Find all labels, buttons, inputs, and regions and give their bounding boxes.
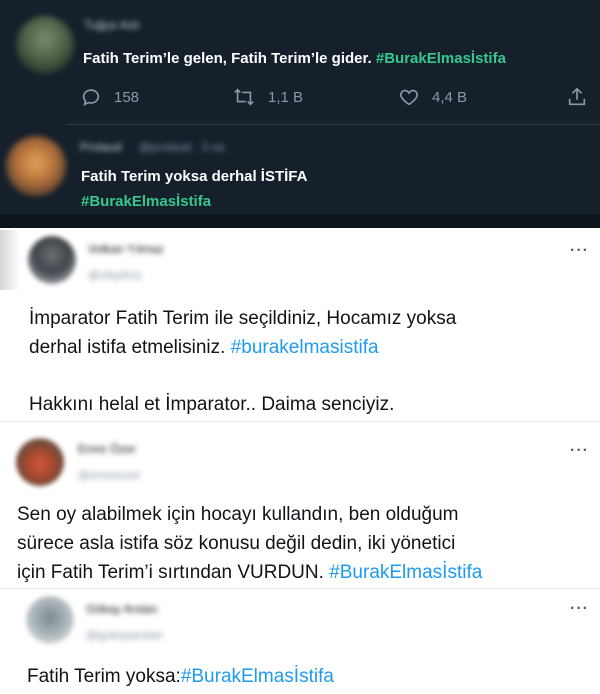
avatar[interactable] [26, 596, 74, 644]
like-icon [400, 89, 418, 106]
more-dots-icon[interactable]: ··· [570, 242, 589, 260]
tweet-text: İmparator Fatih Terim ile seçildiniz, Ho… [29, 304, 456, 419]
author-handle: @emreozer [78, 468, 141, 482]
tweet-card-2[interactable]: Prolaud @prolaud · 3 sa Fatih Terim yoks… [0, 124, 600, 228]
tweet-text: Sen oy alabilmek için hocayı kullandın, … [17, 500, 482, 587]
author-meta: @prolaud · 3 sa [138, 140, 225, 154]
hashtag-link[interactable]: #burakelmasistifa [231, 337, 379, 358]
hashtag-link[interactable]: #BurakElmasİstifa [81, 189, 307, 214]
divider [66, 124, 600, 125]
retweet-button[interactable]: 1,1 B [232, 86, 303, 108]
divider [0, 588, 600, 589]
avatar[interactable] [28, 236, 76, 284]
tweet-text: Fatih Terim yoksa:#BurakElmasİstifa [27, 662, 334, 691]
tweet-line-text: derhal istifa etmelisiniz. [29, 337, 231, 358]
author-display-name: Gökay Arslan [86, 602, 158, 616]
tweet-body: Fatih Terim yoksa derhal İSTİFA [81, 168, 308, 185]
tweet-line: sürece asla istifa söz konusu değil dedi… [17, 533, 456, 554]
reply-button[interactable]: 158 [80, 86, 139, 108]
avatar[interactable] [16, 16, 74, 74]
hashtag-link[interactable]: #BurakElmasİstifa [329, 562, 482, 583]
author-display-name: Prolaud [80, 140, 122, 154]
tweet-line-text: için Fatih Terim’i sırtından VURDUN. [17, 562, 330, 583]
more-dots-icon[interactable]: ··· [570, 600, 589, 618]
tweet-card-5[interactable]: Gökay Arslan @gokayarslan ··· Fatih Teri… [0, 590, 600, 694]
tweet-line: için Fatih Terim’i sırtından VURDUN. #Bu… [17, 558, 482, 587]
author-name[interactable]: Prolaud @prolaud · 3 sa [80, 140, 224, 154]
author-handle: @gokayarslan [86, 628, 163, 642]
tweet-card-3[interactable]: Volkan Yılmaz @vlkyilmz ··· İmparator Fa… [0, 228, 600, 424]
retweet-icon [234, 88, 254, 106]
share-button[interactable] [566, 86, 588, 113]
tweet-body: Fatih Terim’le gelen, Fatih Terim’le gid… [83, 50, 372, 67]
avatar[interactable] [16, 438, 64, 486]
divider [0, 421, 600, 422]
tweet-card-4[interactable]: Emre Özer @emreozer ··· Sen oy alabilmek… [0, 424, 600, 590]
retweet-count: 1,1 B [268, 88, 304, 106]
more-dots-icon[interactable]: ··· [570, 442, 589, 460]
tweet-text: Fatih Terim yoksa derhal İSTİFA #BurakEl… [81, 164, 307, 214]
author-display-name: Volkan Yılmaz [88, 242, 164, 256]
author-handle: @vlkyilmz [88, 268, 143, 282]
tweet-line: Hakkını helal et İmparator.. Daima senci… [29, 394, 395, 415]
edge-shadow [0, 230, 20, 290]
author-name[interactable]: Tuğçe Aslı [84, 18, 140, 32]
reply-count: 158 [114, 88, 140, 106]
tweet-line: Sen oy alabilmek için hocayı kullandın, … [17, 504, 459, 525]
tweet-line: İmparator Fatih Terim ile seçildiniz, Ho… [29, 308, 457, 329]
author-name[interactable]: Gökay Arslan @gokayarslan [86, 602, 163, 642]
tweet-card-1[interactable]: Tuğçe Aslı Fatih Terim’le gelen, Fatih T… [0, 0, 600, 124]
share-icon [568, 87, 586, 106]
hashtag-link[interactable]: #BurakElmasİstifa [181, 666, 334, 687]
tweet-text: Fatih Terim’le gelen, Fatih Terim’le gid… [83, 46, 506, 71]
tweet-body: Fatih Terim yoksa: [27, 666, 181, 687]
tweet-cut-edge [0, 214, 600, 228]
reply-icon [82, 89, 100, 106]
author-name[interactable]: Emre Özer @emreozer [78, 442, 141, 482]
author-display-name: Emre Özer [78, 442, 137, 456]
author-name[interactable]: Volkan Yılmaz @vlkyilmz [88, 242, 164, 282]
like-button[interactable]: 4,4 B [398, 86, 467, 108]
hashtag-link[interactable]: #BurakElmasİstifa [376, 50, 506, 67]
tweet-line: derhal istifa etmelisiniz. #burakelmasis… [29, 333, 456, 362]
like-count: 4,4 B [432, 88, 468, 106]
avatar[interactable] [6, 136, 66, 196]
